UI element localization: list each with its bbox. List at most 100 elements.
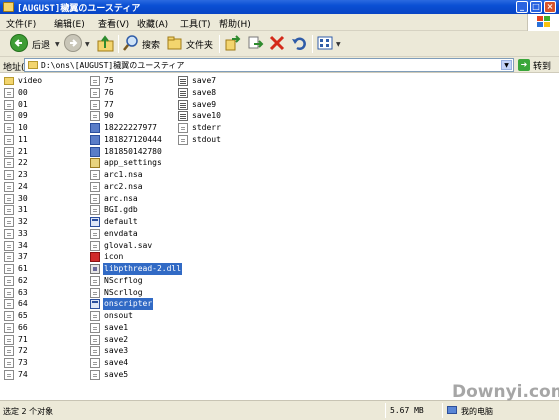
file-item[interactable]: 01 xyxy=(4,99,90,111)
file-item[interactable]: 22 xyxy=(4,157,90,169)
file-item[interactable]: icon xyxy=(90,251,176,263)
forward-button[interactable]: ▼ xyxy=(64,34,94,54)
file-item[interactable]: arc1.nsa xyxy=(90,169,176,181)
file-name: 64 xyxy=(18,299,28,309)
file-item[interactable]: 23 xyxy=(4,169,90,181)
file-item[interactable]: arc.nsa xyxy=(90,193,176,205)
file-item[interactable]: 75 xyxy=(90,75,176,87)
toolbar-separator xyxy=(312,35,313,53)
folder-item[interactable]: video xyxy=(4,75,90,87)
menu-view[interactable]: 查看(V) xyxy=(98,17,129,30)
file-item[interactable]: 62 xyxy=(4,275,90,287)
file-item[interactable]: 77 xyxy=(90,99,176,111)
file-name: 74 xyxy=(18,369,28,379)
file-item[interactable]: 09 xyxy=(4,110,90,122)
file-icon xyxy=(90,87,100,98)
menu-help[interactable]: 帮助(H) xyxy=(219,17,251,30)
file-item[interactable]: 72 xyxy=(4,345,90,357)
up-folder-button[interactable] xyxy=(96,34,116,54)
file-item[interactable]: save8 xyxy=(178,87,264,99)
menu-file[interactable]: 文件(F) xyxy=(6,17,36,30)
file-item[interactable]: BGI.gdb xyxy=(90,204,176,216)
file-item[interactable]: 00 xyxy=(4,87,90,99)
file-item[interactable]: save5 xyxy=(90,369,176,381)
file-item[interactable]: 90 xyxy=(90,110,176,122)
file-icon xyxy=(4,193,14,204)
file-item[interactable]: onscripter xyxy=(90,298,176,311)
file-item[interactable]: save9 xyxy=(178,99,264,111)
file-item[interactable]: 181827120444 xyxy=(90,134,176,146)
chevron-down-icon[interactable]: ▼ xyxy=(336,41,341,48)
file-item[interactable]: 74 xyxy=(4,369,90,381)
file-name: 63 xyxy=(18,287,28,297)
file-item[interactable]: 37 xyxy=(4,251,90,263)
file-item[interactable]: NScrflog xyxy=(90,275,176,287)
file-name: arc.nsa xyxy=(104,193,138,203)
file-item[interactable]: stderr xyxy=(178,122,264,134)
address-field[interactable]: D:\ons\[AUGUST]穢翼のユースティア ▼ xyxy=(24,58,514,72)
file-item[interactable]: 30 xyxy=(4,193,90,205)
file-name: 18222227977 xyxy=(104,123,157,132)
toolbar-separator xyxy=(219,35,220,53)
file-item[interactable]: 10 xyxy=(4,122,90,134)
back-button[interactable]: 后退 ▼ xyxy=(8,34,64,54)
copy-to-button[interactable] xyxy=(246,34,264,54)
file-item[interactable]: stdout xyxy=(178,134,264,146)
file-item[interactable]: 34 xyxy=(4,240,90,252)
file-item[interactable]: default xyxy=(90,216,176,228)
maximize-button[interactable]: □ xyxy=(530,1,542,13)
go-button[interactable]: ➜ 转到 xyxy=(518,58,556,72)
file-item[interactable]: 65 xyxy=(4,310,90,322)
file-item[interactable]: save4 xyxy=(90,357,176,369)
menu-favorites[interactable]: 收藏(A) xyxy=(137,17,168,30)
file-name: 71 xyxy=(18,334,28,344)
title-bar[interactable]: [AUGUST]穢翼のユースティア _ □ × xyxy=(0,0,559,14)
views-button[interactable]: ▼ xyxy=(316,34,344,54)
search-button[interactable]: 搜索 xyxy=(122,34,162,54)
close-button[interactable]: × xyxy=(544,1,556,13)
file-item[interactable]: save7 xyxy=(178,75,264,87)
file-item[interactable]: app_settings xyxy=(90,157,176,169)
address-path[interactable]: D:\ons\[AUGUST]穢翼のユースティア xyxy=(41,60,184,71)
file-item[interactable]: libpthread-2.dll xyxy=(90,263,183,275)
menu-edit[interactable]: 编辑(E) xyxy=(54,17,85,30)
file-item[interactable]: save3 xyxy=(90,345,176,357)
file-item[interactable]: 61 xyxy=(4,263,90,275)
folders-button[interactable]: 文件夹 xyxy=(166,34,216,54)
file-item[interactable]: 71 xyxy=(4,334,90,346)
chevron-down-icon[interactable]: ▼ xyxy=(85,41,90,48)
file-item[interactable]: 33 xyxy=(4,228,90,240)
file-item[interactable]: save1 xyxy=(90,322,176,334)
file-item[interactable]: NScrllog xyxy=(90,287,176,299)
file-item[interactable]: save10 xyxy=(178,110,264,122)
file-item[interactable]: gloval.sav xyxy=(90,240,176,252)
selection-status: 选定 2 个对象 xyxy=(3,407,54,416)
move-to-button[interactable] xyxy=(224,34,242,54)
file-item[interactable]: envdata xyxy=(90,228,176,240)
minimize-button[interactable]: _ xyxy=(516,1,528,13)
chevron-down-icon[interactable]: ▼ xyxy=(501,60,512,70)
undo-button[interactable] xyxy=(290,34,308,54)
file-item[interactable]: 66 xyxy=(4,322,90,334)
file-item[interactable]: 181850142780 xyxy=(90,146,176,158)
menu-tools[interactable]: 工具(T) xyxy=(180,17,211,30)
chevron-down-icon[interactable]: ▼ xyxy=(55,41,60,48)
file-item[interactable]: 31 xyxy=(4,204,90,216)
window-title: [AUGUST]穢翼のユースティア xyxy=(17,4,141,14)
file-item[interactable]: 64 xyxy=(4,298,90,310)
file-item[interactable]: 21 xyxy=(4,146,90,158)
file-item[interactable]: onsout xyxy=(90,310,176,322)
file-item[interactable]: 73 xyxy=(4,357,90,369)
file-item[interactable]: save2 xyxy=(90,334,176,346)
file-item[interactable]: 11 xyxy=(4,134,90,146)
file-list-view[interactable]: video 00 01 09 10 11 21 22 23 24 30 31 32 33 34 37 61 62 6… xyxy=(0,73,559,400)
file-item[interactable]: 18222227977 xyxy=(90,122,176,134)
file-item[interactable]: 63 xyxy=(4,287,90,299)
file-item[interactable]: 32 xyxy=(4,216,90,228)
file-name: save10 xyxy=(192,111,221,121)
file-item[interactable]: arc2.nsa xyxy=(90,181,176,193)
file-item[interactable]: 24 xyxy=(4,181,90,193)
image-icon xyxy=(90,123,100,133)
file-item[interactable]: 76 xyxy=(90,87,176,99)
delete-button[interactable] xyxy=(268,34,286,54)
